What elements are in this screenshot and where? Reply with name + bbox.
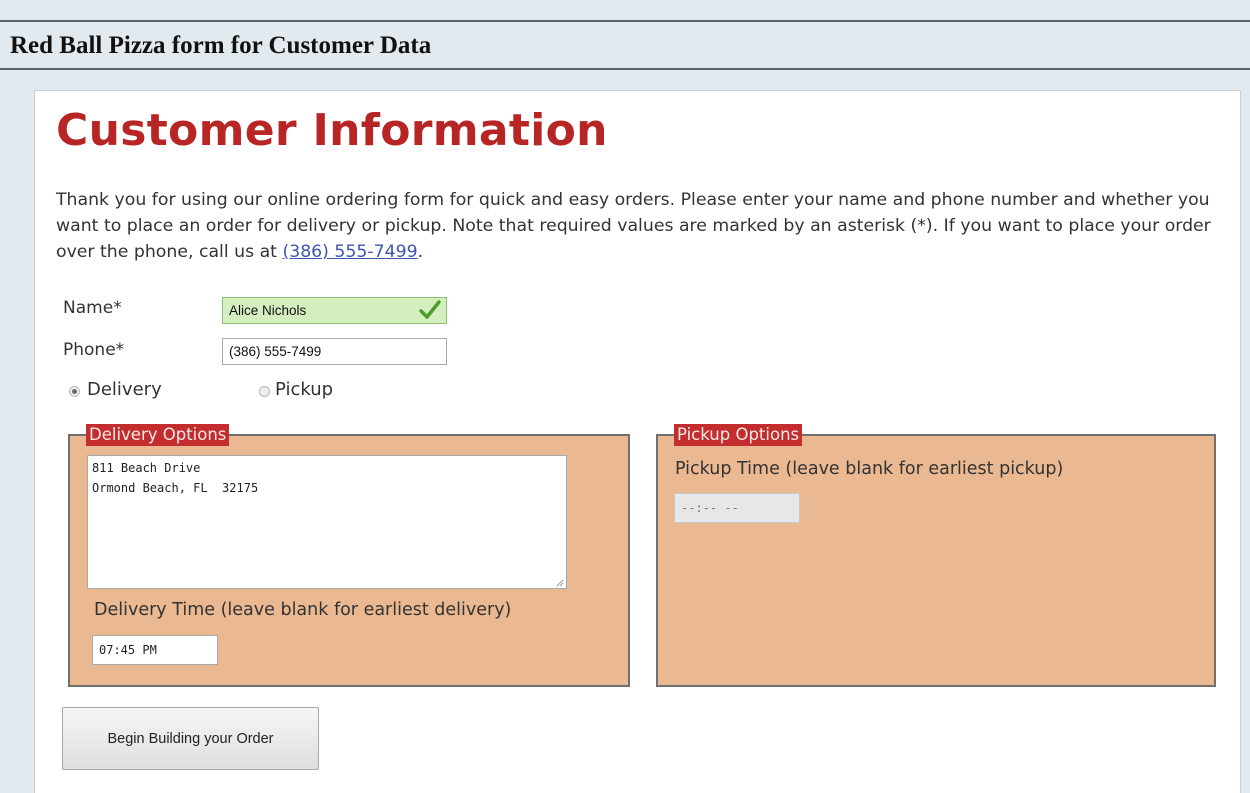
caption-bar: Red Ball Pizza form for Customer Data <box>0 22 1250 70</box>
delivery-time-input[interactable] <box>92 635 218 665</box>
begin-order-button[interactable]: Begin Building your Order <box>62 707 319 770</box>
pickup-options-fieldset: Pickup Options Pickup Time (leave blank … <box>656 424 1216 687</box>
pickup-radio[interactable] <box>259 386 270 397</box>
resize-grip-icon[interactable] <box>556 579 564 587</box>
intro-end: . <box>417 242 424 262</box>
phone-label: Phone* <box>63 340 125 360</box>
form-page: Customer Information Thank you for using… <box>34 90 1241 793</box>
phone-field[interactable] <box>222 338 447 365</box>
intro-paragraph: Thank you for using our online ordering … <box>56 187 1226 265</box>
phone-link[interactable]: (386) 555-7499 <box>282 242 417 262</box>
delivery-radio-label[interactable]: Delivery <box>87 379 162 400</box>
intro-text: Thank you for using our online ordering … <box>56 190 1211 262</box>
pickup-radio-label[interactable]: Pickup <box>275 379 333 400</box>
pickup-time-label: Pickup Time (leave blank for earliest pi… <box>675 459 1064 479</box>
delivery-options-legend: Delivery Options <box>86 424 230 446</box>
pickup-options-legend: Pickup Options <box>674 424 803 446</box>
check-icon <box>419 300 441 319</box>
name-label: Name* <box>63 298 122 318</box>
delivery-radio[interactable] <box>69 386 80 397</box>
caption-title: Red Ball Pizza form for Customer Data <box>10 32 432 59</box>
page-title: Customer Information <box>56 105 608 156</box>
name-field[interactable] <box>222 297 447 324</box>
pickup-time-input[interactable] <box>674 493 800 523</box>
top-strip <box>0 0 1250 22</box>
delivery-options-fieldset: Delivery Options 811 Beach Drive Ormond … <box>68 424 630 687</box>
delivery-time-label: Delivery Time (leave blank for earliest … <box>94 600 512 620</box>
address-textarea[interactable]: 811 Beach Drive Ormond Beach, FL 32175 <box>87 455 567 589</box>
